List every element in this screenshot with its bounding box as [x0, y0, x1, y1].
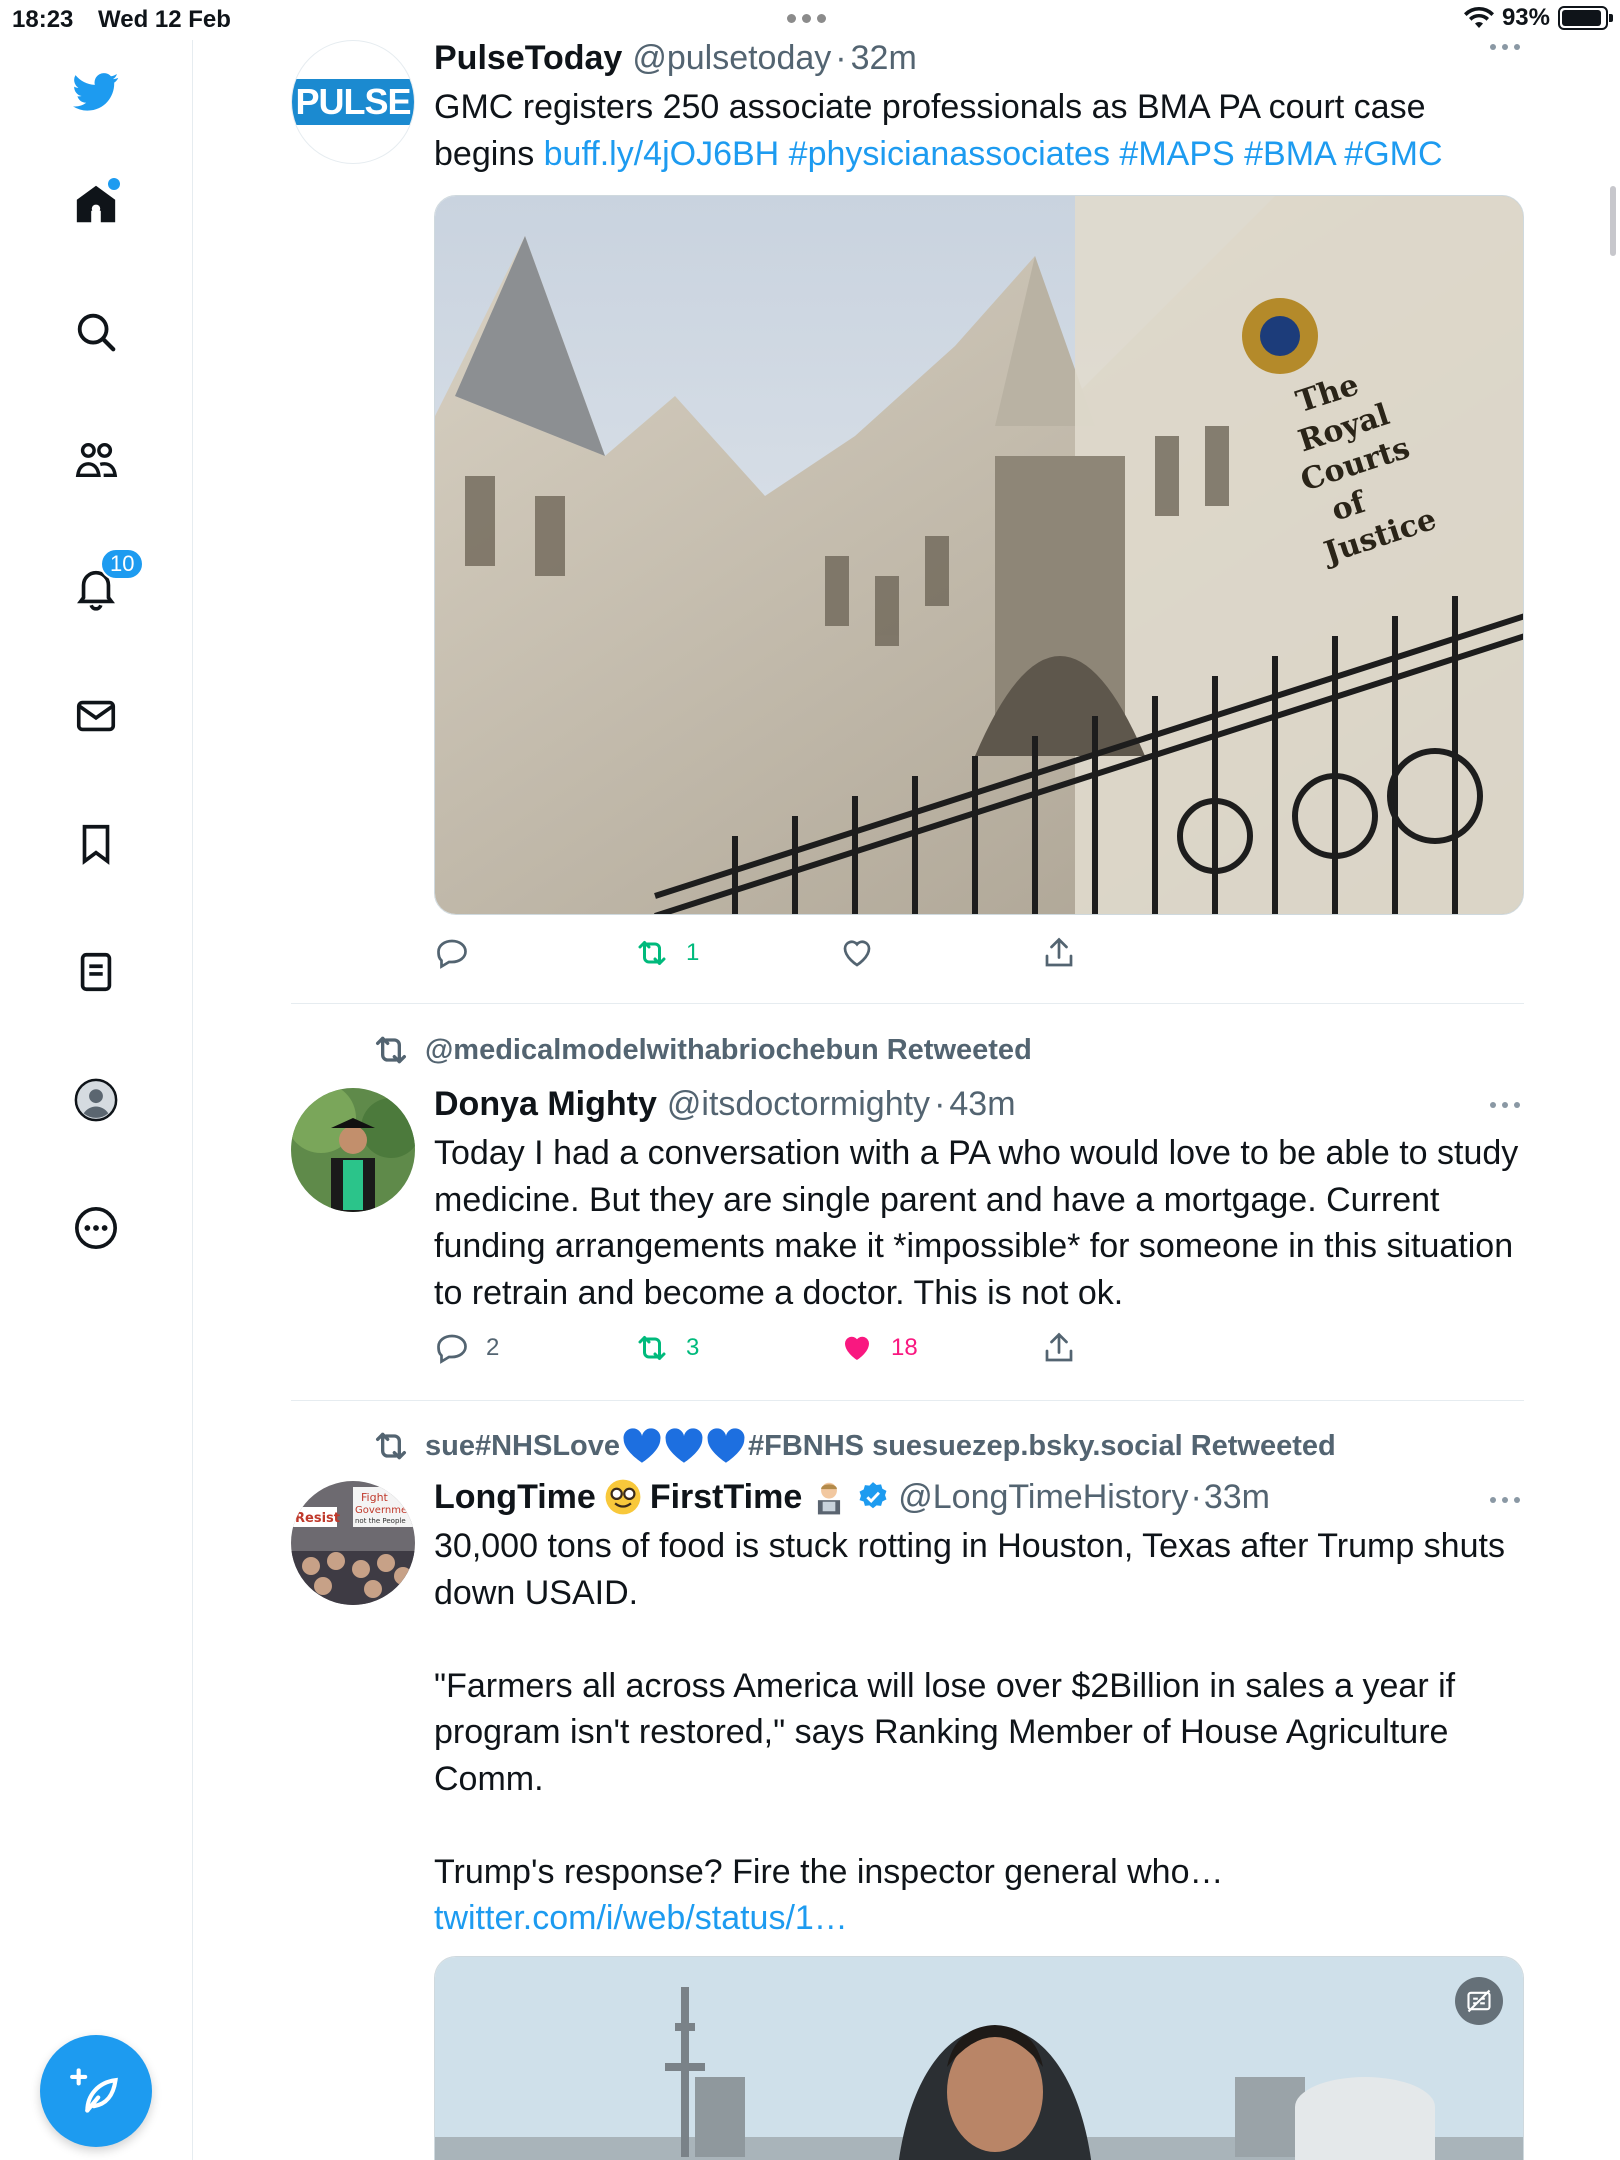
tweet-links[interactable]: buff.ly/4jOJ6BH #physicianassociates #MA…	[544, 135, 1443, 173]
pulsetoday-avatar[interactable]: PULSE	[291, 40, 415, 164]
retweet-icon	[638, 941, 666, 965]
tweet-image-royal-courts[interactable]: The Royal Courts of Justice	[434, 195, 1524, 915]
context-part-b: #FBNHS suesuezep.bsky.social Retweeted	[748, 1429, 1336, 1462]
tweet-content: LongTime FirstTime @LongTimeHistory · 33…	[434, 1475, 1524, 1942]
timeline-scrollbar[interactable]	[1610, 186, 1616, 256]
tweet-header: LongTime FirstTime @LongTimeHistory · 33…	[434, 1475, 1524, 1519]
separator-dot: ·	[835, 39, 847, 77]
bookmark-icon[interactable]	[70, 818, 122, 870]
blue-heart-emoji-icon	[623, 1428, 661, 1463]
donya-avatar[interactable]	[291, 1088, 415, 1212]
verified-badge-icon	[859, 1482, 887, 1509]
avatar-sign-people: not the People	[355, 1517, 406, 1525]
share-icon	[1045, 1332, 1073, 1362]
profile-avatar-icon[interactable]	[70, 1074, 122, 1126]
longtimehistory-avatar[interactable]: Resist Fight Governme not the People	[291, 1481, 415, 1605]
share-button[interactable]	[1041, 935, 1077, 971]
communities-icon[interactable]	[70, 434, 122, 486]
blue-heart-emoji-icon	[707, 1428, 745, 1463]
tweet-content: Donya Mighty @itsdoctormighty · 43m Toda…	[434, 1082, 1524, 1316]
retweet-context[interactable]: @medicalmodelwithabriochebun Retweeted	[371, 1030, 1032, 1070]
notifications-badge: 10	[100, 548, 145, 580]
tweet-body: 30,000 tons of food is stuck rotting in …	[434, 1527, 1505, 1891]
tweet-pulsetoday[interactable]: PULSE PulseToday @pulsetoday · 32m GMC r…	[291, 39, 1524, 1000]
author-name[interactable]: Donya Mighty	[434, 1082, 657, 1126]
like-button[interactable]	[839, 935, 891, 971]
tweet-more-icon[interactable]	[1490, 44, 1520, 50]
search-icon[interactable]	[70, 306, 122, 358]
tweet-header: PulseToday @pulsetoday · 32m	[434, 36, 1524, 80]
tweet-more-icon[interactable]	[1490, 1102, 1520, 1108]
compose-feather-icon	[70, 2068, 118, 2113]
sidebar: 10	[0, 40, 193, 2160]
heart-icon	[843, 940, 871, 967]
retweet-count: 1	[686, 939, 700, 966]
retweet-button[interactable]: 3	[634, 1330, 699, 1366]
tweet-text: Today I had a conversation with a PA who…	[434, 1134, 1528, 1312]
retweet-context-text: sue#NHSLove #FBNHS suesuezep.bsky.social…	[425, 1426, 1336, 1466]
tweet-timestamp[interactable]: 33m	[1204, 1475, 1270, 1519]
heart-filled-icon	[845, 1336, 869, 1360]
captions-toggle-icon[interactable]	[1455, 1977, 1503, 2025]
author-name-part-1[interactable]: LongTime	[434, 1475, 596, 1519]
status-time: 18:23	[12, 6, 74, 33]
twitter-logo-icon[interactable]	[70, 66, 122, 118]
author-handle[interactable]: @LongTimeHistory	[898, 1475, 1188, 1519]
separator-dot: ·	[934, 1085, 946, 1123]
avatar-sign-fight: Fight	[361, 1491, 389, 1504]
retweet-context-text: @medicalmodelwithabriochebun Retweeted	[425, 1033, 1032, 1066]
retweeted-icon	[376, 1036, 406, 1064]
share-button[interactable]	[1041, 1330, 1077, 1366]
reply-button[interactable]: 2	[434, 1330, 499, 1366]
share-icon	[1045, 937, 1073, 967]
like-count: 18	[891, 1334, 918, 1361]
tweet-timestamp[interactable]: 43m	[949, 1082, 1015, 1126]
retweet-button[interactable]: 1	[634, 935, 699, 971]
home-icon[interactable]	[70, 178, 122, 230]
blue-heart-emoji-icon	[665, 1428, 703, 1463]
messages-envelope-icon[interactable]	[70, 690, 122, 742]
reply-button[interactable]	[434, 935, 486, 971]
tweet-video-thumbnail[interactable]	[434, 1956, 1524, 2160]
tweet-actions: 1	[434, 935, 1524, 975]
compose-tweet-button[interactable]	[40, 2035, 152, 2147]
retweeted-icon	[376, 1432, 406, 1460]
context-part-a: sue#NHSLove	[425, 1429, 621, 1462]
tweet-text: GMC registers 250 associate professional…	[434, 84, 1524, 177]
tweet-divider	[291, 1400, 1524, 1401]
retweet-count: 3	[686, 1334, 700, 1361]
reply-count: 2	[486, 1334, 500, 1361]
author-name[interactable]: PulseToday	[434, 36, 622, 80]
like-button[interactable]: 18	[839, 1330, 918, 1366]
retweet-context[interactable]: sue#NHSLove #FBNHS suesuezep.bsky.social…	[371, 1426, 1336, 1466]
tweet-donya-mighty[interactable]: @medicalmodelwithabriochebun Retweeted D…	[291, 1030, 1524, 1390]
retweet-icon	[638, 1336, 666, 1360]
tweet-link[interactable]: twitter.com/i/web/status/1…	[434, 1899, 848, 1937]
author-handle[interactable]: @itsdoctormighty	[667, 1082, 930, 1126]
separator-dot: ·	[1190, 1478, 1202, 1516]
technologist-emoji-icon	[818, 1482, 841, 1515]
reply-icon	[437, 1334, 467, 1364]
avatar-sign-government: Governme	[355, 1505, 407, 1516]
tweet-more-icon[interactable]	[1490, 1497, 1520, 1503]
author-name-part-2[interactable]: FirstTime	[650, 1475, 802, 1519]
tweet-content: PulseToday @pulsetoday · 32m GMC registe…	[434, 36, 1524, 177]
tweet-timestamp[interactable]: 32m	[851, 36, 917, 80]
tweet-header: Donya Mighty @itsdoctormighty · 43m	[434, 1082, 1524, 1126]
tweet-actions: 2 3 18	[434, 1330, 1524, 1370]
tweet-divider	[291, 1003, 1524, 1004]
tweet-text: 30,000 tons of food is stuck rotting in …	[434, 1523, 1524, 1942]
author-handle[interactable]: @pulsetoday	[632, 36, 831, 80]
home-timeline[interactable]: PULSE PulseToday @pulsetoday · 32m GMC r…	[193, 0, 1620, 2160]
lists-icon[interactable]	[70, 946, 122, 998]
nerd-face-emoji-icon	[605, 1479, 641, 1515]
pulse-logo-text: PULSE	[292, 79, 414, 125]
more-options-icon[interactable]	[70, 1202, 122, 1254]
avatar-sign-resist: Resist	[295, 1511, 340, 1526]
tweet-longtimehistory[interactable]: sue#NHSLove #FBNHS suesuezep.bsky.social…	[291, 1426, 1524, 2160]
reply-icon	[437, 939, 467, 969]
home-unread-dot	[108, 178, 120, 190]
notifications-bell-icon[interactable]: 10	[70, 548, 145, 614]
